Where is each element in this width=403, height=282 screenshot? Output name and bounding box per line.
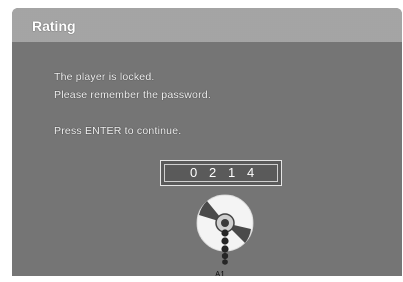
password-display: 0 2 1 4 [160,160,282,186]
title-bar: Rating [12,8,402,42]
password-digit-3: 1 [228,165,236,180]
locked-message: The player is locked. [54,71,155,83]
continue-instruction: Press ENTER to continue. [54,125,182,137]
password-digit-4: 4 [247,165,255,180]
footer-label: A1 [215,270,225,276]
password-digit-2: 2 [209,165,217,180]
password-digit-1: 0 [190,165,198,180]
disc-icon [196,194,254,265]
screen-title: Rating [32,18,76,34]
password-reminder-message: Please remember the password. [54,89,211,101]
rating-screen: Rating The player is locked. Please reme… [12,8,402,276]
